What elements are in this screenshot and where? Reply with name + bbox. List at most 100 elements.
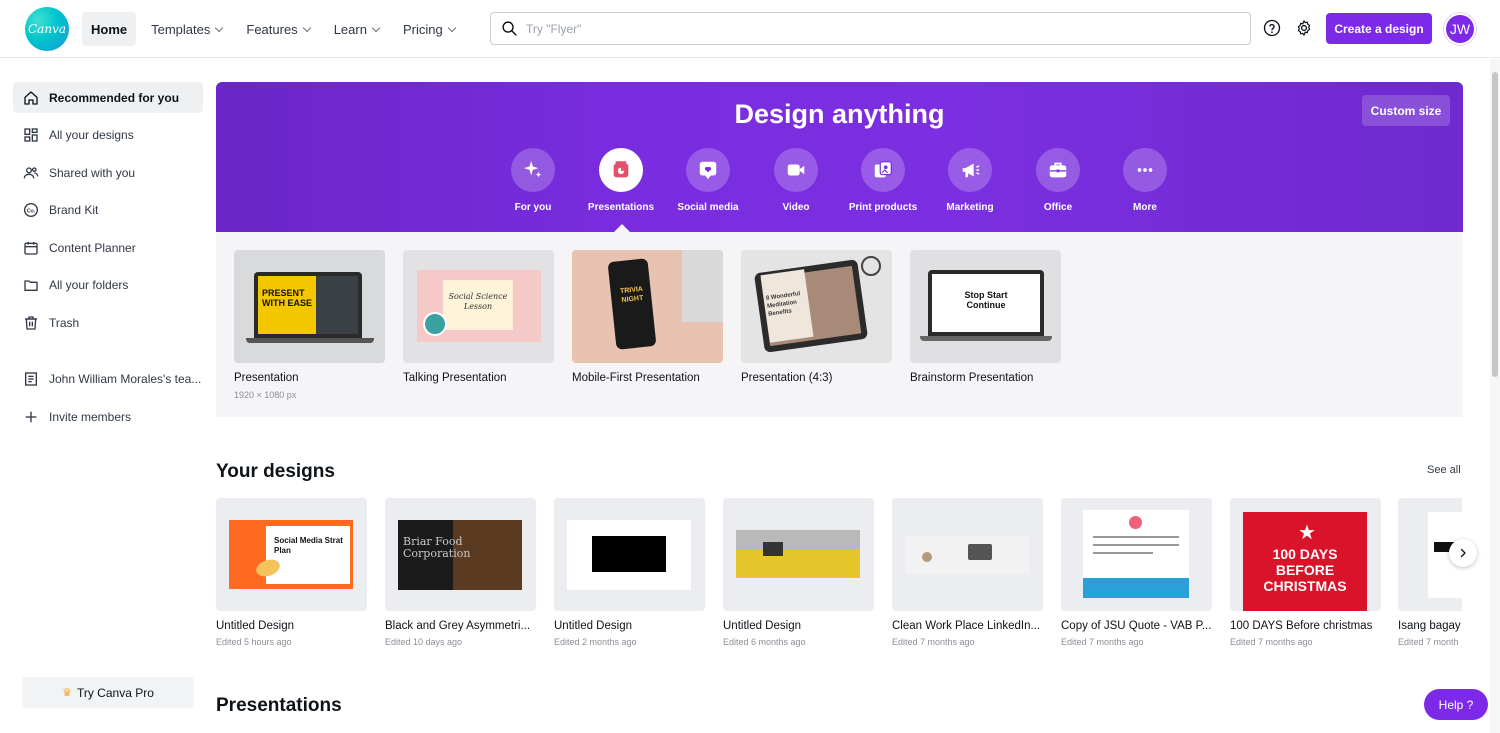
design-label: Copy of JSU Quote - VAB P... [1061, 620, 1212, 632]
template-card-mobile-first[interactable]: TRIVIA NIGHT Mobile-First Presentation [572, 250, 723, 384]
nav-learn[interactable]: Learn [325, 12, 388, 46]
category-label: Marketing [946, 202, 994, 213]
category-for-you[interactable]: For you [488, 148, 578, 213]
design-edited: Edited 2 months ago [554, 637, 637, 647]
sidebar: Recommended for you All your designs Sha… [0, 59, 214, 733]
category-label: For you [514, 202, 552, 213]
top-bar: Canva Home Templates Features Learn Pric… [0, 0, 1500, 58]
sidebar-item-label: Content Planner [49, 240, 136, 255]
design-edited: Edited 7 month [1398, 637, 1459, 647]
chevron-down-icon [302, 23, 311, 32]
sidebar-item-folders[interactable]: All your folders [13, 269, 203, 300]
template-thumbnail: PRESENT WITH EASE [234, 250, 385, 363]
category-label: Social media [677, 202, 739, 213]
design-card[interactable]: Untitled Design Edited 2 months ago [554, 498, 705, 647]
search-input[interactable] [526, 21, 1226, 36]
create-design-button[interactable]: Create a design [1326, 13, 1432, 44]
design-edited: Edited 7 months ago [1061, 637, 1144, 647]
nav-pricing[interactable]: Pricing [394, 12, 464, 46]
sidebar-item-label: Shared with you [49, 165, 136, 180]
design-label: Clean Work Place LinkedIn... [892, 620, 1041, 632]
template-label: Presentation (4:3) [741, 372, 833, 384]
design-label: Untitled Design [554, 620, 632, 632]
design-thumbnail [1061, 498, 1212, 611]
design-card[interactable]: ★ 100 DAYS BEFORE CHRISTMAS 100 DAYS Bef… [1230, 498, 1381, 647]
category-label: Office [1043, 202, 1073, 213]
gear-icon[interactable] [1295, 19, 1313, 37]
carousel-next-button[interactable] [1449, 539, 1477, 567]
category-office[interactable]: Office [1013, 148, 1103, 213]
design-anything-banner: Design anything Custom size For you Pres… [216, 82, 1463, 232]
template-label: Talking Presentation [403, 372, 507, 384]
help-button[interactable]: Help ? [1424, 689, 1488, 720]
template-label: Brainstorm Presentation [910, 372, 1034, 384]
sidebar-item-content-planner[interactable]: Content Planner [13, 232, 203, 263]
design-card[interactable]: Clean Work Place LinkedIn... Edited 7 mo… [892, 498, 1043, 647]
nav-home[interactable]: Home [82, 12, 137, 46]
nav-templates[interactable]: Templates [142, 12, 231, 46]
sidebar-item-label: Brand Kit [49, 202, 99, 217]
trash-icon [25, 315, 37, 330]
nav-features[interactable]: Features [237, 12, 318, 46]
category-more[interactable]: More [1100, 148, 1190, 213]
design-edited: Edited 7 months ago [1230, 637, 1313, 647]
scrollbar-thumb[interactable] [1492, 72, 1498, 377]
sidebar-item-recommended[interactable]: Recommended for you [13, 82, 203, 113]
search-bar[interactable] [490, 12, 1251, 45]
sidebar-item-label: John William Morales's tea... [49, 371, 202, 386]
category-presentations[interactable]: Presentations [576, 148, 666, 213]
design-card[interactable]: Copy of JSU Quote - VAB P... Edited 7 mo… [1061, 498, 1212, 647]
template-strip: PRESENT WITH EASE Presentation 1920 × 10… [216, 232, 1463, 417]
design-thumbnail [892, 498, 1043, 611]
design-thumbnail [554, 498, 705, 611]
design-edited: Edited 10 days ago [385, 637, 463, 647]
see-all-link[interactable]: See all [1427, 464, 1461, 476]
category-marketing[interactable]: Marketing [925, 148, 1015, 213]
category-video[interactable]: Video [751, 148, 841, 213]
template-card-brainstorm[interactable]: Stop Start Continue Brainstorm Presentat… [910, 250, 1061, 384]
search-icon [502, 21, 517, 36]
canva-logo[interactable]: Canva [25, 7, 69, 51]
heart-icon [699, 161, 717, 180]
plus-icon [25, 411, 37, 422]
design-card[interactable]: Briar Food Corporation Black and Grey As… [385, 498, 536, 647]
briefcase-icon [1049, 162, 1067, 178]
design-thumb-text: Social Media Strat Plan [274, 536, 343, 555]
try-canva-pro-button[interactable]: ♛ Try Canva Pro [22, 677, 194, 708]
template-card-presentation[interactable]: PRESENT WITH EASE Presentation 1920 × 10… [234, 250, 385, 400]
template-card-presentation-4-3[interactable]: 8 Wonderful Meditation Benefits Presenta… [741, 250, 892, 384]
sidebar-item-label: Recommended for you [49, 90, 180, 105]
chevron-down-icon [447, 23, 456, 32]
try-pro-label: Try Canva Pro [76, 685, 154, 700]
design-label: Untitled Design [723, 620, 801, 632]
folder-icon [24, 279, 38, 291]
design-card[interactable]: Isang bagay Edited 7 month [1398, 498, 1462, 647]
design-thumbnail: Social Media Strat Plan [216, 498, 367, 611]
sidebar-item-trash[interactable]: Trash [13, 307, 203, 338]
sidebar-item-shared[interactable]: Shared with you [13, 157, 203, 188]
chevron-down-icon [215, 23, 224, 32]
sidebar-item-brand-kit[interactable]: Co. Brand Kit [13, 194, 203, 225]
template-label: Mobile-First Presentation [572, 372, 700, 384]
design-card[interactable]: Untitled Design Edited 6 months ago [723, 498, 874, 647]
design-edited: Edited 6 months ago [723, 637, 806, 647]
design-card[interactable]: Social Media Strat Plan Untitled Design … [216, 498, 367, 647]
page-title: Design anything [734, 99, 945, 129]
help-icon[interactable] [1263, 19, 1281, 37]
design-thumbnail [723, 498, 874, 611]
main-nav: Home Templates Features Learn Pricing [82, 12, 464, 46]
custom-size-button[interactable]: Custom size [1362, 95, 1450, 126]
category-print-products[interactable]: Print products [838, 148, 928, 213]
category-social-media[interactable]: Social media [663, 148, 753, 213]
nav-home-label: Home [91, 21, 128, 37]
sidebar-item-team[interactable]: John William Morales's tea... [13, 363, 203, 394]
design-label: 100 DAYS Before christmas [1230, 620, 1373, 632]
presentation-icon [613, 161, 629, 178]
sidebar-item-all-designs[interactable]: All your designs [13, 119, 203, 150]
template-card-talking-presentation[interactable]: Social Science Lesson Talking Presentati… [403, 250, 554, 384]
sidebar-item-invite[interactable]: Invite members [13, 401, 203, 432]
sidebar-item-label: All your designs [49, 127, 134, 142]
avatar[interactable]: JW [1444, 13, 1476, 45]
design-thumb-text: Briar Food Corporation [403, 535, 471, 560]
template-thumb-text: Social Science Lesson [448, 292, 508, 311]
